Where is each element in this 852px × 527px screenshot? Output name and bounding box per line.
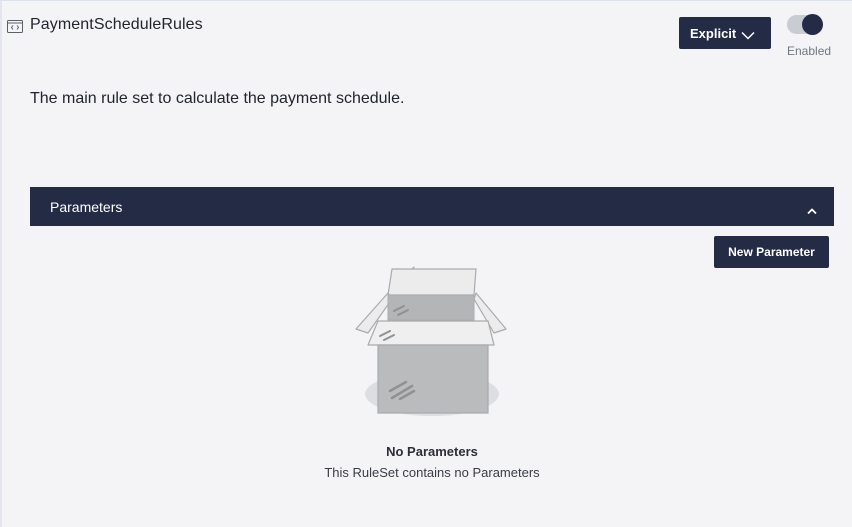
mode-select-value: Explicit [690, 25, 737, 41]
empty-state-subtitle: This RuleSet contains no Parameters [324, 465, 540, 480]
enabled-toggle[interactable] [787, 14, 823, 35]
parameters-section-title: Parameters [50, 199, 123, 215]
parameters-section-header[interactable]: Parameters [30, 187, 834, 226]
toggle-knob [802, 14, 823, 35]
enabled-label: Enabled [787, 44, 832, 58]
chevron-down-icon [741, 28, 755, 40]
ruleset-icon [7, 20, 23, 33]
empty-state-title: No Parameters [386, 444, 478, 459]
chevron-up-icon[interactable] [806, 202, 818, 215]
page-title: PaymentScheduleRules [30, 16, 203, 33]
empty-box-icon [352, 263, 512, 419]
mode-select[interactable]: Explicit [679, 17, 771, 49]
new-parameter-button[interactable]: New Parameter [714, 236, 829, 268]
ruleset-description: The main rule set to calculate the payme… [30, 90, 405, 107]
